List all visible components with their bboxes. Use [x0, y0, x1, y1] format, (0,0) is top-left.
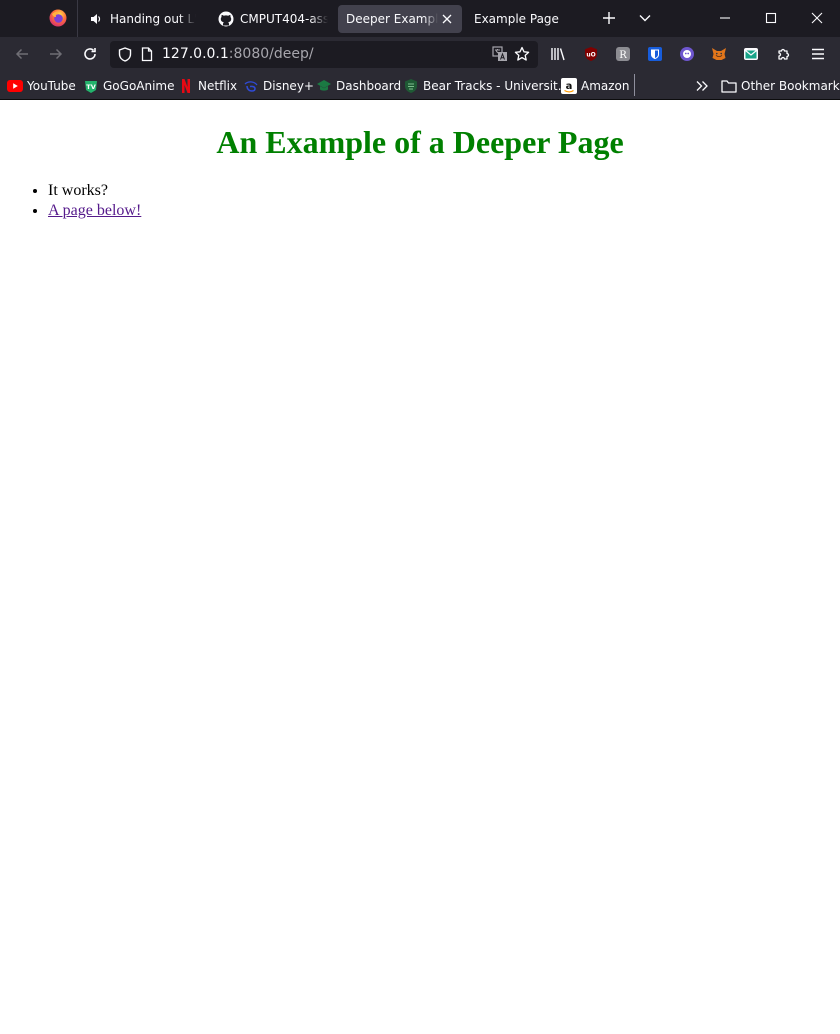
other-bookmarks-folder[interactable]: Other Bookmarks — [721, 78, 840, 94]
bookmark-label: YouTube — [27, 79, 76, 93]
bear-tracks-icon — [403, 78, 419, 94]
gogoanime-icon: TV — [83, 78, 99, 94]
bookmark-disney[interactable]: Disney+ — [243, 78, 314, 94]
page-below-link[interactable]: A page below! — [48, 202, 141, 219]
folder-icon — [721, 78, 737, 94]
library-icon[interactable] — [549, 45, 567, 63]
tab-label: Deeper Example Page — [346, 12, 438, 26]
app-menu-hamburger-icon[interactable] — [809, 45, 827, 63]
bookmark-label: Netflix — [198, 79, 238, 93]
netflix-icon — [178, 78, 194, 94]
bookmark-youtube[interactable]: YouTube — [7, 78, 76, 94]
url-host: 127.0.0.1 — [162, 46, 229, 62]
list-item-text: It works? — [48, 182, 108, 199]
list-item: A page below! — [48, 201, 141, 221]
list-item: It works? — [48, 181, 141, 201]
ublock-origin-icon[interactable]: uO — [582, 45, 600, 63]
bookmarks-divider — [634, 74, 635, 96]
svg-text:a: a — [566, 81, 573, 92]
tab-deeper-example[interactable]: Deeper Example Page — [338, 5, 462, 33]
extensions-puzzle-icon[interactable] — [775, 45, 793, 63]
tab-label: Handing out L's — [110, 12, 196, 26]
speaker-icon[interactable] — [90, 13, 104, 25]
close-window-icon[interactable] — [808, 9, 826, 27]
tab-label: Example Page — [474, 12, 559, 26]
svg-text:R: R — [619, 50, 627, 61]
bookmark-amazon[interactable]: a Amazon — [561, 78, 630, 94]
forward-arrow-icon[interactable] — [47, 45, 65, 63]
tab-handing-out[interactable]: Handing out L's — [84, 5, 202, 33]
minimize-window-icon[interactable] — [716, 9, 734, 27]
bookmark-star-icon[interactable] — [514, 46, 530, 62]
bookmarks-toolbar: YouTube TV GoGoAnime Netflix Disney+ Das… — [0, 72, 840, 100]
page-content: An Example of a Deeper Page It works? A … — [0, 101, 840, 1034]
github-icon — [218, 11, 234, 27]
ghost-extension-icon[interactable] — [678, 45, 696, 63]
new-tab-button[interactable] — [600, 9, 618, 27]
disney-icon — [243, 78, 259, 94]
translate-icon[interactable] — [492, 46, 508, 62]
tab-cmput404[interactable]: CMPUT404-assignment — [212, 5, 334, 33]
bookmark-label: Dashboard — [336, 79, 402, 93]
navigation-toolbar: 127.0.0.1:8080/deep/ uO R — [0, 37, 840, 72]
bookmark-label: Other Bookmarks — [741, 79, 840, 93]
tab-strip: Handing out L's CMPUT404-assignment Deep… — [0, 0, 840, 37]
close-tab-icon[interactable] — [440, 12, 454, 26]
readability-extension-icon[interactable]: R — [614, 45, 632, 63]
tab-strip-divider — [77, 0, 78, 37]
svg-text:uO: uO — [586, 52, 595, 59]
page-heading: An Example of a Deeper Page — [216, 124, 624, 160]
bookmark-bear-tracks[interactable]: Bear Tracks - Universit... — [403, 78, 569, 94]
bookmark-label: Amazon — [581, 79, 630, 93]
url-bar[interactable]: 127.0.0.1:8080/deep/ — [110, 41, 538, 68]
mail-extension-icon[interactable] — [742, 45, 760, 63]
url-path: :8080/deep/ — [228, 46, 314, 62]
more-bookmarks-chevron-icon[interactable] — [695, 78, 709, 94]
tab-example-page[interactable]: Example Page — [466, 5, 576, 33]
page-info-icon[interactable] — [139, 46, 155, 62]
amazon-icon: a — [561, 78, 577, 94]
tab-label: CMPUT404-assignment — [240, 12, 328, 26]
dashboard-icon — [316, 78, 332, 94]
back-arrow-icon[interactable] — [13, 45, 31, 63]
firefox-menu-icon[interactable] — [49, 9, 67, 27]
bookmark-label: Bear Tracks - Universit... — [423, 79, 570, 93]
youtube-icon — [7, 78, 23, 94]
bookmark-dashboard[interactable]: Dashboard — [316, 78, 401, 94]
reload-icon[interactable] — [81, 45, 99, 63]
bookmark-netflix[interactable]: Netflix — [178, 78, 237, 94]
content-list: It works? A page below! — [48, 181, 141, 221]
url-text[interactable]: 127.0.0.1:8080/deep/ — [162, 46, 314, 62]
bookmark-label: Disney+ — [263, 79, 314, 93]
svg-text:TV: TV — [86, 83, 95, 91]
list-all-tabs-chevron-icon[interactable] — [636, 9, 654, 27]
maximize-window-icon[interactable] — [762, 9, 780, 27]
metamask-fox-icon[interactable] — [710, 45, 728, 63]
tracking-protection-shield-icon[interactable] — [117, 46, 133, 62]
bitwarden-icon[interactable] — [646, 45, 664, 63]
bookmark-gogoanime[interactable]: TV GoGoAnime — [83, 78, 175, 94]
bookmark-label: GoGoAnime — [103, 79, 175, 93]
